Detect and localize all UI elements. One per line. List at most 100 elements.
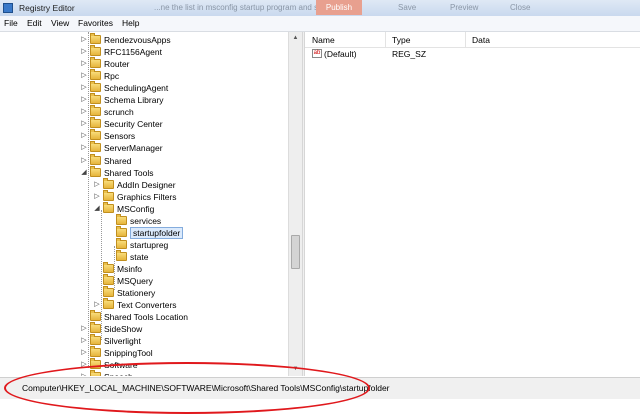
no-expander — [93, 265, 101, 273]
collapsed-arrow-icon[interactable]: ▷ — [93, 193, 101, 201]
tree-item-label: scrunch — [104, 107, 134, 118]
tree-vertical-scrollbar[interactable]: ▲ ▼ — [288, 32, 302, 376]
scrollbar-thumb[interactable] — [291, 235, 300, 269]
column-separator[interactable] — [385, 32, 386, 47]
tree-connector-line — [88, 32, 89, 368]
folder-icon — [90, 310, 101, 322]
tree-item-label: MSConfig — [117, 203, 155, 214]
scroll-down-arrow-icon[interactable]: ▼ — [289, 363, 302, 376]
folder-icon — [116, 237, 127, 249]
tree-item-label: Text Converters — [117, 300, 177, 311]
folder-icon — [103, 298, 114, 310]
tree-item-label: SchedulingAgent — [104, 83, 169, 94]
tree-item-label: state — [130, 251, 149, 262]
folder-icon — [90, 153, 101, 165]
value-type: REG_SZ — [392, 49, 427, 59]
scroll-up-arrow-icon[interactable]: ▲ — [289, 32, 302, 45]
tree-item-label: AddIn Designer — [117, 179, 176, 190]
folder-icon — [90, 45, 101, 57]
collapsed-arrow-icon[interactable]: ▷ — [80, 120, 88, 128]
tree-item-label: Silverlight — [104, 336, 141, 347]
window-title: Registry Editor — [19, 3, 75, 13]
column-header-type[interactable]: Type — [392, 35, 410, 45]
folder-icon — [90, 33, 101, 44]
folder-icon — [116, 213, 127, 225]
menu-help[interactable]: Help — [122, 18, 139, 28]
collapsed-arrow-icon[interactable]: ▷ — [80, 108, 88, 116]
folder-icon — [103, 177, 114, 189]
folder-icon — [90, 322, 101, 334]
menu-file[interactable]: File — [4, 18, 18, 28]
tree-item-label: MSQuery — [117, 276, 153, 286]
collapsed-arrow-icon[interactable]: ▷ — [80, 84, 88, 92]
no-expander — [93, 289, 101, 297]
menu-bar: File Edit View Favorites Help — [0, 16, 640, 32]
collapsed-arrow-icon[interactable]: ▷ — [80, 157, 88, 165]
pane-splitter[interactable] — [302, 32, 305, 376]
menu-edit[interactable]: Edit — [27, 18, 42, 28]
collapsed-arrow-icon[interactable]: ▷ — [80, 349, 88, 357]
collapsed-arrow-icon[interactable]: ▷ — [80, 36, 88, 44]
folder-icon — [90, 141, 101, 153]
tree-item-label: Shared Tools Location — [104, 312, 188, 323]
status-bar: Computer\HKEY_LOCAL_MACHINE\SOFTWARE\Mic… — [0, 377, 640, 399]
folder-icon — [90, 165, 101, 177]
collapsed-arrow-icon[interactable]: ▷ — [80, 361, 88, 369]
no-expander — [106, 217, 114, 225]
folder-icon — [90, 370, 101, 376]
value-row-default[interactable]: ab (Default) REG_SZ — [305, 48, 640, 61]
collapsed-arrow-icon[interactable]: ▷ — [93, 181, 101, 189]
collapsed-arrow-icon[interactable]: ▷ — [80, 60, 88, 68]
collapsed-arrow-icon[interactable]: ▷ — [80, 72, 88, 80]
value-list-header: Name Type Data — [305, 32, 640, 48]
collapsed-arrow-icon[interactable]: ▷ — [80, 144, 88, 152]
folder-icon — [103, 201, 114, 213]
tree-item-label: ServerManager — [104, 143, 163, 154]
background-preview-button: Preview — [450, 3, 479, 12]
collapsed-arrow-icon[interactable]: ▷ — [80, 337, 88, 345]
folder-icon — [90, 105, 101, 117]
tree-item-label: Schema Library — [104, 95, 164, 106]
folder-icon — [103, 286, 114, 298]
folder-icon — [90, 129, 101, 141]
collapsed-arrow-icon[interactable]: ▷ — [93, 301, 101, 309]
expanded-arrow-icon[interactable]: ◢ — [93, 205, 101, 213]
folder-icon — [90, 117, 101, 129]
folder-icon — [103, 274, 114, 285]
no-expander — [80, 313, 88, 321]
column-separator[interactable] — [465, 32, 466, 47]
menu-favorites[interactable]: Favorites — [78, 18, 113, 28]
current-key-path: Computer\HKEY_LOCAL_MACHINE\SOFTWARE\Mic… — [22, 383, 390, 393]
collapsed-arrow-icon[interactable]: ▷ — [80, 96, 88, 104]
folder-icon — [90, 346, 101, 358]
tree-item-label: Speech — [104, 371, 133, 376]
column-header-data[interactable]: Data — [472, 35, 490, 45]
collapsed-arrow-icon[interactable]: ▷ — [80, 132, 88, 140]
registry-key-tree[interactable]: ▷ RendezvousApps ▷ RFC1156Agent ▷ Router ▷ Rpc ▷… — [0, 32, 302, 376]
collapsed-arrow-icon[interactable]: ▷ — [80, 48, 88, 56]
collapsed-arrow-icon[interactable]: ▷ — [80, 325, 88, 333]
folder-icon — [116, 249, 127, 261]
folder-icon — [116, 225, 127, 237]
no-expander — [93, 277, 101, 285]
column-header-name[interactable]: Name — [312, 35, 335, 45]
folder-icon — [90, 81, 101, 93]
tree-item-label: Sensors — [104, 131, 136, 142]
tree-item-label: RendezvousApps — [104, 35, 171, 45]
background-save-button: Save — [398, 3, 417, 12]
background-publish-button: Publish — [316, 0, 362, 15]
background-close-button: Close — [510, 3, 531, 12]
tree-item-label: startupfolder — [130, 226, 184, 239]
collapsed-arrow-icon[interactable]: ▷ — [80, 373, 88, 376]
tree-item-label: Graphics Filters — [117, 191, 177, 202]
menu-view[interactable]: View — [51, 18, 69, 28]
value-name: (Default) — [324, 49, 357, 59]
background-window-text: ...ne the list in msconfig startup progr… — [154, 3, 344, 12]
tree-item-label: Security Center — [104, 119, 163, 130]
tree-item-label: Stationery — [117, 288, 156, 299]
folder-icon — [103, 189, 114, 201]
tree-item-label: Shared Tools — [104, 167, 154, 178]
no-expander — [106, 229, 114, 237]
tree-item-label: services — [130, 215, 162, 226]
expanded-arrow-icon[interactable]: ◢ — [80, 169, 88, 177]
